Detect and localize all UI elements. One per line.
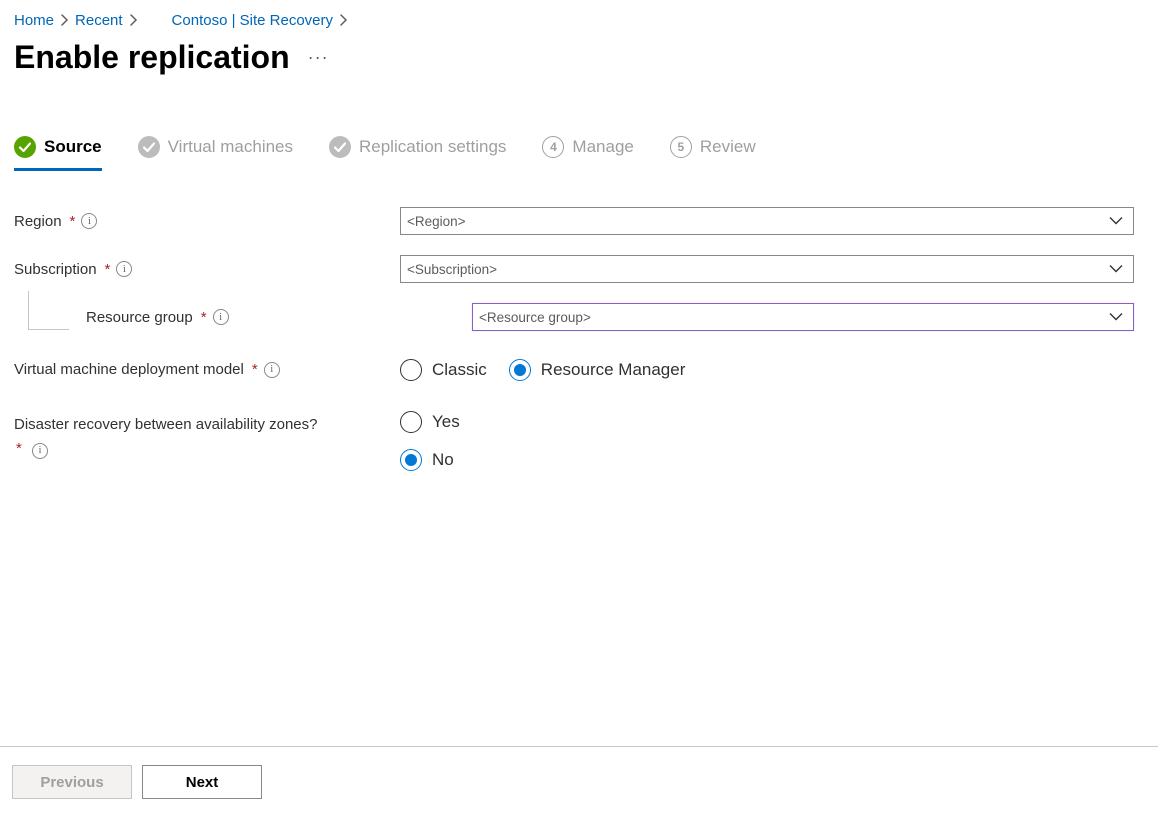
row-region: Region * i <Region> [14, 207, 1134, 235]
deployment-model-radio-group: Classic Resource Manager [400, 359, 1134, 381]
step-number-icon: 5 [670, 136, 692, 158]
required-mark: * [105, 261, 111, 278]
breadcrumb-contoso[interactable]: Contoso | Site Recovery [172, 12, 333, 29]
dropdown-value: <Subscription> [407, 262, 497, 277]
tab-label: Replication settings [359, 137, 506, 157]
form: Region * i <Region> Subscription * [14, 207, 1134, 471]
row-subscription: Subscription * i <Subscription> [14, 255, 1134, 283]
radio-classic[interactable]: Classic [400, 359, 487, 381]
info-icon[interactable]: i [213, 309, 229, 325]
dropdown-value: <Region> [407, 214, 466, 229]
radio-icon [509, 359, 531, 381]
radio-resource-manager[interactable]: Resource Manager [509, 359, 686, 381]
step-number-icon: 4 [542, 136, 564, 158]
row-dr-zones: Disaster recovery between availability z… [14, 411, 1134, 471]
indent-line-icon [28, 291, 69, 330]
radio-icon [400, 449, 422, 471]
tab-virtual-machines[interactable]: Virtual machines [138, 136, 293, 171]
info-icon[interactable]: i [81, 213, 97, 229]
radio-label: Yes [432, 412, 460, 432]
breadcrumb-recent[interactable]: Recent [75, 12, 123, 29]
required-mark: * [201, 309, 207, 326]
next-button[interactable]: Next [142, 765, 262, 799]
required-mark: * [252, 361, 258, 378]
tab-source[interactable]: Source [14, 136, 102, 171]
check-circle-icon [329, 136, 351, 158]
info-icon[interactable]: i [264, 362, 280, 378]
label-subscription: Subscription * i [14, 261, 400, 278]
radio-icon [400, 411, 422, 433]
radio-label: Resource Manager [541, 360, 686, 380]
chevron-right-icon [339, 13, 348, 29]
dr-zones-radio-group: Yes No [400, 411, 1134, 471]
tab-manage[interactable]: 4 Manage [542, 136, 633, 171]
subscription-dropdown[interactable]: <Subscription> [400, 255, 1134, 283]
region-dropdown[interactable]: <Region> [400, 207, 1134, 235]
footer: Previous Next [0, 746, 1158, 817]
info-icon[interactable]: i [32, 443, 48, 459]
chevron-right-icon [129, 13, 138, 29]
page-title: Enable replication [14, 39, 290, 76]
radio-label: No [432, 450, 454, 470]
row-resource-group: Resource group * i <Resource group> [14, 303, 1134, 331]
more-actions-icon[interactable]: ··· [308, 47, 329, 68]
previous-button: Previous [12, 765, 132, 799]
resource-group-dropdown[interactable]: <Resource group> [472, 303, 1134, 331]
chevron-right-icon [60, 13, 69, 29]
dropdown-value: <Resource group> [479, 310, 591, 325]
required-mark: * [16, 440, 22, 457]
radio-label: Classic [432, 360, 487, 380]
check-circle-icon [14, 136, 36, 158]
radio-yes[interactable]: Yes [400, 411, 1134, 433]
check-circle-icon [138, 136, 160, 158]
wizard-tabs: Source Virtual machines Replication sett… [14, 136, 1134, 171]
required-mark: * [70, 213, 76, 230]
radio-icon [400, 359, 422, 381]
label-deployment-model: Virtual machine deployment model * i [14, 361, 400, 378]
tab-review[interactable]: 5 Review [670, 136, 756, 171]
breadcrumb: Home Recent Contoso | Site Recovery [14, 12, 1134, 29]
chevron-down-icon [1109, 262, 1123, 277]
page-root: Home Recent Contoso | Site Recovery Enab… [0, 0, 1158, 817]
label-resource-group: Resource group * i [14, 309, 472, 326]
tab-label: Review [700, 137, 756, 157]
chevron-down-icon [1109, 214, 1123, 229]
label-region: Region * i [14, 213, 400, 230]
tab-replication-settings[interactable]: Replication settings [329, 136, 506, 171]
breadcrumb-home[interactable]: Home [14, 12, 54, 29]
tab-label: Manage [572, 137, 633, 157]
radio-no[interactable]: No [400, 449, 1134, 471]
tab-label: Virtual machines [168, 137, 293, 157]
info-icon[interactable]: i [116, 261, 132, 277]
tab-label: Source [44, 137, 102, 157]
title-row: Enable replication ··· [14, 39, 1134, 76]
label-dr-zones: Disaster recovery between availability z… [14, 413, 400, 461]
content: Home Recent Contoso | Site Recovery Enab… [0, 0, 1158, 746]
chevron-down-icon [1109, 310, 1123, 325]
row-deployment-model: Virtual machine deployment model * i Cla… [14, 359, 1134, 381]
